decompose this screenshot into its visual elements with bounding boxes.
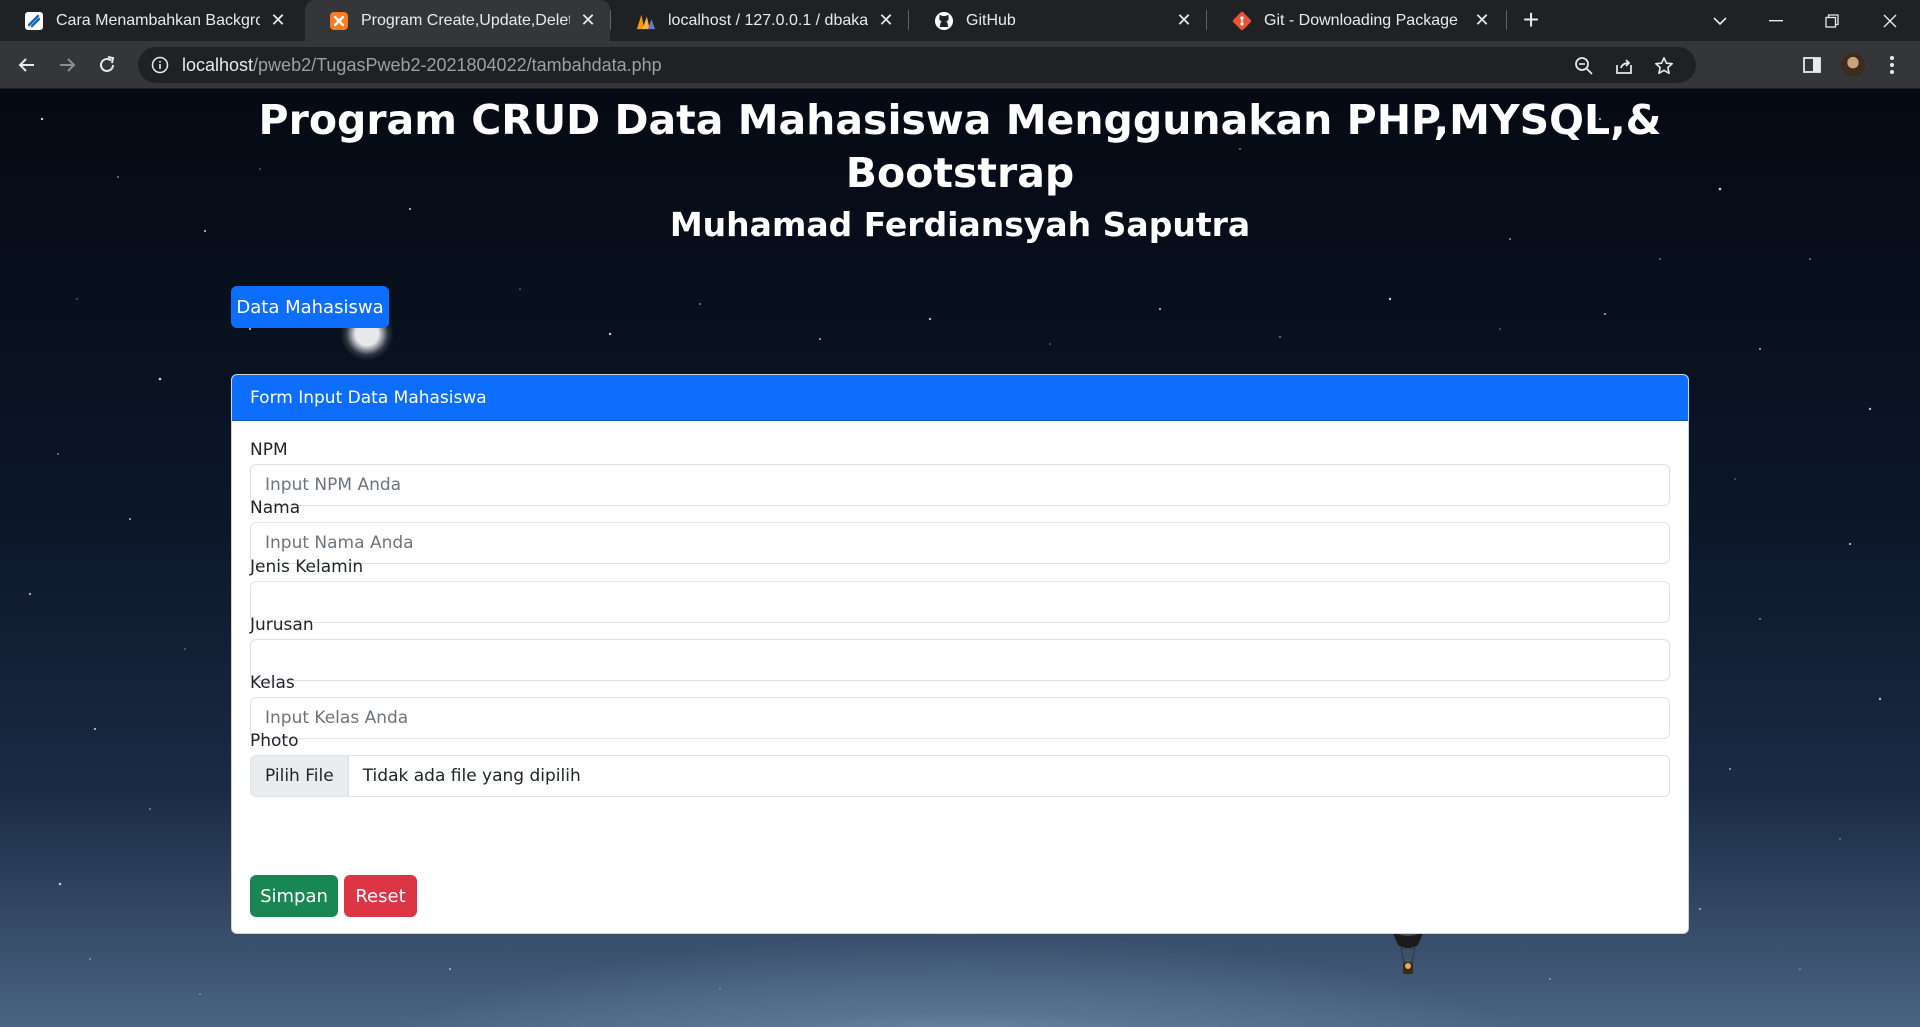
tab-title: GitHub — [966, 11, 1016, 29]
tab-title: Git - Downloading Package — [1264, 11, 1458, 29]
forward-arrow-icon[interactable] — [51, 49, 83, 81]
close-icon[interactable]: ✕ — [268, 10, 288, 31]
jurusan-input[interactable] — [250, 639, 1670, 681]
jenis-kelamin-label: Jenis Kelamin — [250, 557, 364, 577]
photo-label: Photo — [250, 731, 299, 751]
nama-label: Nama — [250, 498, 301, 518]
npm-input[interactable] — [250, 464, 1670, 506]
phpmyadmin-icon — [636, 11, 656, 31]
git-icon — [1232, 11, 1252, 31]
save-button[interactable]: Simpan — [250, 875, 338, 917]
tab-separator — [610, 10, 611, 30]
reload-icon[interactable] — [91, 49, 123, 81]
tab-separator — [1506, 10, 1507, 30]
npm-label: NPM — [250, 440, 288, 460]
page-title: Program CRUD Data Mahasiswa Menggunakan … — [258, 96, 1662, 197]
bookmark-star-icon[interactable] — [1653, 55, 1675, 77]
data-mahasiswa-button[interactable]: Data Mahasiswa — [231, 286, 389, 328]
address-bar[interactable]: localhost/pweb2/TugasPweb2-2021804022/ta… — [138, 47, 1696, 83]
window-close-icon[interactable] — [1862, 0, 1918, 41]
side-panel-icon[interactable] — [1800, 53, 1824, 77]
codepolitan-icon — [24, 11, 44, 31]
zoom-icon[interactable] — [1573, 55, 1595, 77]
choose-file-button[interactable]: Pilih File — [251, 756, 349, 796]
profile-avatar[interactable] — [1841, 53, 1865, 77]
tab-title: localhost / 127.0.0.1 / dbakadem — [668, 11, 868, 29]
close-icon[interactable]: ✕ — [876, 10, 896, 31]
tab-title: Program Create,Update,Delete D — [361, 11, 570, 29]
kelas-label: Kelas — [250, 673, 295, 693]
tab-phpmyadmin[interactable]: localhost / 127.0.0.1 / dbakadem ✕ — [612, 0, 908, 41]
jurusan-label: Jurusan — [250, 615, 314, 635]
back-arrow-icon[interactable] — [11, 49, 43, 81]
tab-program-crud[interactable]: Program Create,Update,Delete D ✕ — [305, 0, 610, 41]
form-card: Form Input Data Mahasiswa NPM Nama Jenis… — [231, 374, 1689, 934]
page-viewport: Program CRUD Data Mahasiswa Menggunakan … — [0, 89, 1920, 1027]
tab-github[interactable]: GitHub ✕ — [910, 0, 1206, 41]
reset-button[interactable]: Reset — [344, 875, 417, 917]
share-icon[interactable] — [1613, 55, 1635, 77]
url-path: /pweb2/TugasPweb2-2021804022/tambahdata.… — [253, 54, 662, 75]
url-host: localhost — [182, 54, 254, 75]
new-tab-plus-icon[interactable]: + — [1516, 6, 1546, 36]
github-icon — [934, 11, 954, 31]
card-header: Form Input Data Mahasiswa — [232, 375, 1688, 421]
site-info-icon[interactable] — [150, 55, 170, 75]
kelas-input[interactable] — [250, 697, 1670, 739]
jenis-kelamin-input[interactable] — [250, 581, 1670, 623]
xampp-icon — [329, 11, 349, 31]
minimize-icon[interactable] — [1748, 0, 1804, 41]
close-icon[interactable]: ✕ — [1174, 10, 1194, 31]
hot-air-balloon-image — [1392, 931, 1424, 974]
tab-title: Cara Menambahkan Background — [56, 11, 260, 29]
browser-tab-strip: Cara Menambahkan Background ✕ Program Cr… — [0, 0, 1920, 41]
tab-search-chevron-icon[interactable] — [1692, 0, 1748, 41]
browser-toolbar: localhost/pweb2/TugasPweb2-2021804022/ta… — [0, 41, 1920, 89]
photo-file-input[interactable]: Pilih File Tidak ada file yang dipilih — [250, 755, 1670, 797]
close-icon[interactable]: ✕ — [578, 10, 598, 31]
tab-separator — [908, 10, 909, 30]
restore-icon[interactable] — [1804, 0, 1860, 41]
nama-input[interactable] — [250, 522, 1670, 564]
close-icon[interactable]: ✕ — [1472, 10, 1492, 31]
tab-separator — [1206, 10, 1207, 30]
file-status: Tidak ada file yang dipilih — [362, 766, 581, 786]
url-text: localhost/pweb2/TugasPweb2-2021804022/ta… — [182, 55, 662, 76]
tab-cara-menambahkan-background[interactable]: Cara Menambahkan Background ✕ — [0, 0, 300, 41]
page-subtitle: Muhamad Ferdiansyah Saputra — [669, 205, 1251, 244]
more-menu-icon[interactable] — [1880, 53, 1904, 77]
tab-git-downloading-package[interactable]: Git - Downloading Package ✕ — [1208, 0, 1504, 41]
